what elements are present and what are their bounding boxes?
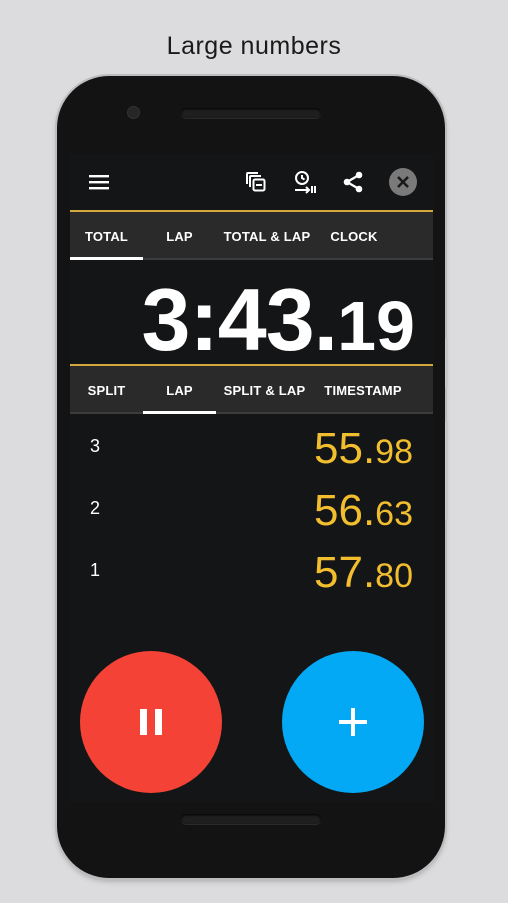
tab-lap-list[interactable]: LAP <box>143 366 216 414</box>
caption: Large numbers <box>166 32 342 60</box>
lap-time-main: 57. <box>314 548 376 597</box>
lap-row[interactable]: 2 56.63 <box>70 478 433 540</box>
power-button <box>445 421 448 521</box>
timer-export-icon[interactable] <box>292 170 316 194</box>
timer-fraction: 19 <box>337 287 415 365</box>
tab-split-and-lap[interactable]: SPLIT & LAP <box>216 366 313 414</box>
lap-row[interactable]: 1 57.80 <box>70 540 433 602</box>
top-speaker <box>181 108 321 118</box>
tab-indicator <box>143 411 216 414</box>
share-icon[interactable] <box>341 170 365 194</box>
lap-time-main: 55. <box>314 424 376 473</box>
add-lap-button[interactable] <box>282 651 424 793</box>
pause-icon <box>140 709 162 735</box>
front-camera <box>127 106 140 119</box>
tab-indicator <box>70 257 143 260</box>
lap-number: 3 <box>90 436 101 456</box>
timer-main: 3:43. <box>141 270 339 369</box>
lap-time-fraction: 80 <box>375 557 413 595</box>
timer-display: 3:43.19 <box>70 261 433 369</box>
close-icon[interactable] <box>389 168 417 196</box>
list-tabs: SPLIT LAP SPLIT & LAP TIMESTAMP <box>70 366 433 414</box>
lap-time-fraction: 98 <box>375 433 413 471</box>
tab-baseline <box>70 412 433 414</box>
lap-row[interactable]: 3 55.98 <box>70 416 433 478</box>
lap-time-main: 56. <box>314 486 376 535</box>
menu-icon[interactable] <box>87 170 111 194</box>
display-tabs: TOTAL LAP TOTAL & LAP CLOCK <box>70 212 433 260</box>
copy-laps-icon[interactable] <box>244 170 268 194</box>
app-screen: TOTAL LAP TOTAL & LAP CLOCK 3:43.19 SPLI… <box>70 154 433 802</box>
toolbar <box>70 154 433 210</box>
tab-clock[interactable]: CLOCK <box>318 212 390 260</box>
tab-timestamp[interactable]: TIMESTAMP <box>313 366 413 414</box>
tab-split[interactable]: SPLIT <box>70 366 143 414</box>
tab-lap[interactable]: LAP <box>143 212 216 260</box>
lap-time-fraction: 63 <box>375 495 413 533</box>
pause-button[interactable] <box>80 651 222 793</box>
plus-icon <box>339 708 367 736</box>
lap-list: 3 55.98 2 56.63 1 57.80 <box>70 416 433 602</box>
lap-number: 2 <box>90 498 101 518</box>
tab-total[interactable]: TOTAL <box>70 212 143 260</box>
volume-button <box>445 338 448 388</box>
tab-total-and-lap[interactable]: TOTAL & LAP <box>216 212 318 260</box>
lap-number: 1 <box>90 560 101 580</box>
bottom-speaker <box>181 814 321 824</box>
